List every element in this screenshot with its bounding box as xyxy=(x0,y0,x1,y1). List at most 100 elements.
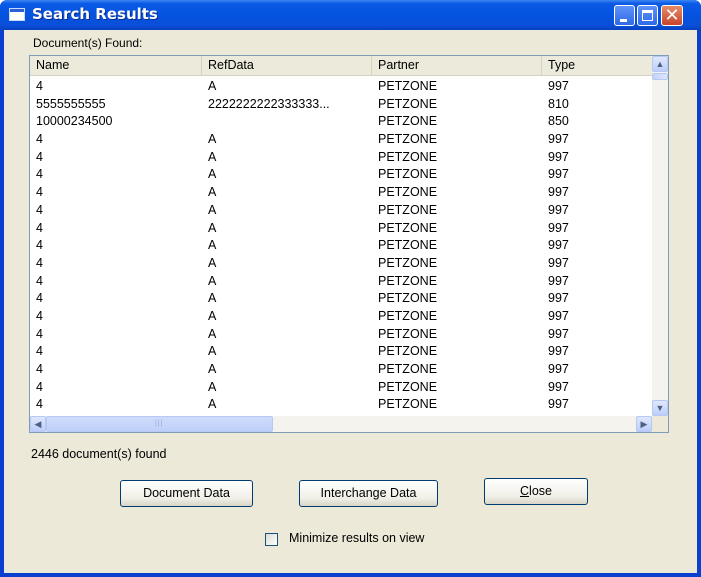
cell-type: 997 xyxy=(548,202,569,217)
vertical-scrollbar[interactable]: ▲ ▼ xyxy=(652,56,668,416)
arrow-down-icon: ▼ xyxy=(655,403,665,413)
table-row[interactable]: 4 A PETZONE 997 xyxy=(30,273,652,291)
results-list[interactable]: Name RefData Partner Type 4 A PETZONE 997 55… xyxy=(29,55,669,433)
cell-name: 4 xyxy=(36,238,43,253)
vertical-scroll-thumb[interactable] xyxy=(652,73,668,80)
cell-refdata: A xyxy=(208,167,217,182)
cell-partner: PETZONE xyxy=(378,238,438,253)
table-row[interactable]: 4 A PETZONE 997 xyxy=(30,131,652,149)
horizontal-scrollbar[interactable]: ◀ ||| ▶ xyxy=(30,416,652,432)
table-row[interactable]: 4 A PETZONE 997 xyxy=(30,290,652,308)
table-row[interactable]: 4 A PETZONE 997 xyxy=(30,237,652,255)
cell-refdata: A xyxy=(208,379,217,394)
column-header-type[interactable]: Type xyxy=(542,56,652,75)
window-icon xyxy=(9,8,25,21)
table-row[interactable]: 4 A PETZONE 997 xyxy=(30,326,652,344)
column-header-refdata[interactable]: RefData xyxy=(202,56,372,75)
cell-name: 4 xyxy=(36,167,43,182)
cell-type: 997 xyxy=(548,291,569,306)
cell-partner: PETZONE xyxy=(378,255,438,270)
cell-type: 997 xyxy=(548,238,569,253)
scroll-up-button[interactable]: ▲ xyxy=(652,56,668,72)
table-row[interactable]: 4 A PETZONE 997 xyxy=(30,361,652,379)
status-text: 2446 document(s) found xyxy=(31,447,167,461)
minimize-button[interactable] xyxy=(614,5,635,26)
cell-refdata: A xyxy=(208,79,217,93)
cell-type: 997 xyxy=(548,149,569,164)
table-row[interactable]: 4 A PETZONE 997 xyxy=(30,184,652,202)
column-header-name[interactable]: Name xyxy=(30,56,202,75)
cell-name: 4 xyxy=(36,308,43,323)
cell-type: 997 xyxy=(548,167,569,182)
close-button-mnemonic: C xyxy=(520,484,530,498)
cell-name: 4 xyxy=(36,185,43,200)
cell-partner: PETZONE xyxy=(378,379,438,394)
cell-name: 4 xyxy=(36,273,43,288)
maximize-button[interactable] xyxy=(637,5,658,26)
cell-type: 997 xyxy=(548,379,569,394)
table-row[interactable]: 4 A PETZONE 997 xyxy=(30,78,652,96)
scroll-right-button[interactable]: ▶ xyxy=(636,416,652,432)
table-row[interactable]: 4 A PETZONE 997 xyxy=(30,308,652,326)
cell-name: 4 xyxy=(36,397,43,412)
arrow-left-icon: ◀ xyxy=(34,419,42,429)
table-row[interactable]: 4 A PETZONE 997 xyxy=(30,396,652,414)
cell-partner: PETZONE xyxy=(378,79,438,93)
cell-type: 997 xyxy=(548,79,569,93)
cell-name: 4 xyxy=(36,220,43,235)
cell-name: 4 xyxy=(36,79,43,93)
table-row[interactable]: 4 A PETZONE 997 xyxy=(30,220,652,238)
title-bar[interactable]: Search Results ✕ xyxy=(0,0,701,30)
cell-partner: PETZONE xyxy=(378,326,438,341)
cell-type: 997 xyxy=(548,326,569,341)
cell-partner: PETZONE xyxy=(378,185,438,200)
cell-refdata: A xyxy=(208,308,217,323)
cell-refdata: A xyxy=(208,273,217,288)
cell-type: 997 xyxy=(548,397,569,412)
cell-partner: PETZONE xyxy=(378,273,438,288)
table-row[interactable]: 4 A PETZONE 997 xyxy=(30,255,652,273)
table-row[interactable]: 4 A PETZONE 997 xyxy=(30,166,652,184)
table-row[interactable]: 5555555555 2222222222333333... PETZONE 810 xyxy=(30,96,652,114)
table-row[interactable]: 10000234500 PETZONE 850 xyxy=(30,113,652,131)
document-data-button[interactable]: Document Data xyxy=(120,480,253,507)
scroll-down-button[interactable]: ▼ xyxy=(652,400,668,416)
arrow-right-icon: ▶ xyxy=(640,419,648,429)
cell-type: 810 xyxy=(548,96,569,111)
cell-refdata: A xyxy=(208,149,217,164)
table-row[interactable]: 4 A PETZONE 997 xyxy=(30,379,652,397)
scroll-left-button[interactable]: ◀ xyxy=(30,416,46,432)
window-title: Search Results xyxy=(32,5,158,23)
close-button[interactable]: Close xyxy=(484,478,588,505)
search-results-window: Search Results ✕ Document(s) Found: Name… xyxy=(0,0,701,577)
cell-name: 4 xyxy=(36,149,43,164)
close-window-button[interactable]: ✕ xyxy=(661,5,683,26)
cell-refdata: A xyxy=(208,344,217,359)
cell-name: 4 xyxy=(36,344,43,359)
cell-partner: PETZONE xyxy=(378,132,438,147)
cell-type: 997 xyxy=(548,220,569,235)
cell-type: 997 xyxy=(548,308,569,323)
cell-refdata: A xyxy=(208,255,217,270)
cell-partner: PETZONE xyxy=(378,308,438,323)
cell-refdata: A xyxy=(208,220,217,235)
horizontal-scroll-thumb[interactable]: ||| xyxy=(46,416,273,432)
list-header: Name RefData Partner Type xyxy=(30,56,652,76)
cell-name: 10000234500 xyxy=(36,114,113,129)
minimize-results-checkbox[interactable] xyxy=(265,533,278,546)
interchange-data-button[interactable]: Interchange Data xyxy=(299,480,438,507)
cell-type: 997 xyxy=(548,344,569,359)
table-row[interactable]: 4 A PETZONE 997 xyxy=(30,343,652,361)
cell-refdata: A xyxy=(208,202,217,217)
cell-name: 4 xyxy=(36,132,43,147)
minimize-results-label[interactable]: Minimize results on view xyxy=(289,531,424,545)
scrollbar-corner xyxy=(652,416,668,432)
documents-found-label: Document(s) Found: xyxy=(33,36,143,50)
cell-name: 4 xyxy=(36,202,43,217)
cell-refdata: 2222222222333333... xyxy=(208,96,330,111)
table-row[interactable]: 4 A PETZONE 997 xyxy=(30,149,652,167)
table-row[interactable]: 4 A PETZONE 997 xyxy=(30,202,652,220)
cell-type: 997 xyxy=(548,132,569,147)
cell-name: 4 xyxy=(36,326,43,341)
column-header-partner[interactable]: Partner xyxy=(372,56,542,75)
